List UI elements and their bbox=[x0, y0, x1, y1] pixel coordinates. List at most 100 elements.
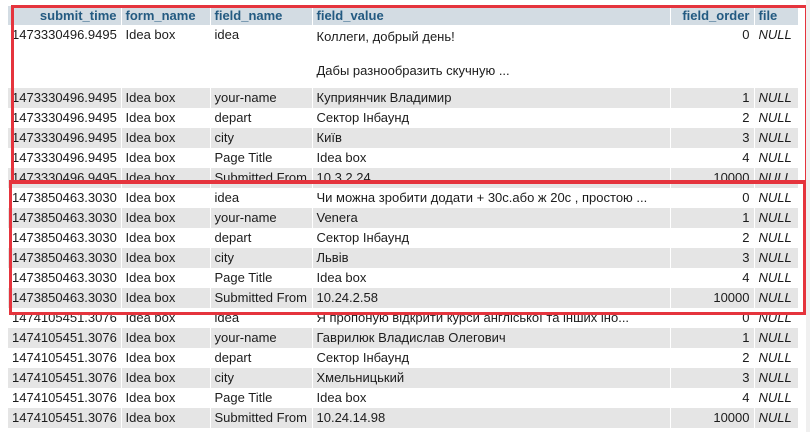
table-row[interactable]: 1474105451.3076 Idea box idea Я пропоную ві… bbox=[8, 308, 799, 328]
cell-file[interactable]: NULL bbox=[754, 25, 799, 88]
table-row[interactable]: 1473850463.3030 Idea box city Львів 3 NULL bbox=[8, 248, 799, 268]
cell-field-name[interactable]: depart bbox=[210, 348, 313, 368]
cell-form-name[interactable]: Idea box bbox=[121, 368, 211, 388]
table-row[interactable]: 1473330496.9495 Idea box Submitted From 10.… bbox=[8, 168, 799, 188]
cell-file[interactable]: NULL bbox=[754, 208, 799, 228]
cell-form-name[interactable]: Idea box bbox=[121, 128, 211, 148]
cell-form-name[interactable]: Idea box bbox=[121, 208, 211, 228]
cell-form-name[interactable]: Idea box bbox=[121, 268, 211, 288]
cell-submit-time[interactable]: 1473330496.9495 bbox=[8, 128, 122, 148]
cell-field-value[interactable]: Гаврилюк Владислав Олегович bbox=[312, 328, 671, 348]
cell-field-name[interactable]: Submitted From bbox=[210, 288, 313, 308]
cell-field-name[interactable]: city bbox=[210, 368, 313, 388]
cell-form-name[interactable]: Idea box bbox=[121, 408, 211, 428]
cell-field-name[interactable]: idea bbox=[210, 308, 313, 328]
cell-field-order[interactable]: 1 bbox=[670, 88, 755, 108]
table-row[interactable]: 1473850463.3030 Idea box Submitted From 10.… bbox=[8, 288, 799, 308]
cell-file[interactable]: NULL bbox=[754, 248, 799, 268]
table-row[interactable]: 1473330496.9495 Idea box depart Сектор Інба… bbox=[8, 108, 799, 128]
cell-field-order[interactable]: 4 bbox=[670, 388, 755, 408]
cell-submit-time[interactable]: 1474105451.3076 bbox=[8, 328, 122, 348]
cell-submit-time[interactable]: 1473850463.3030 bbox=[8, 188, 122, 208]
cell-field-order[interactable]: 10000 bbox=[670, 288, 755, 308]
cell-field-order[interactable]: 1 bbox=[670, 328, 755, 348]
cell-field-order[interactable]: 2 bbox=[670, 108, 755, 128]
cell-field-order[interactable]: 1 bbox=[670, 208, 755, 228]
cell-field-order[interactable]: 0 bbox=[670, 25, 755, 88]
cell-file[interactable]: NULL bbox=[754, 228, 799, 248]
cell-form-name[interactable]: Idea box bbox=[121, 148, 211, 168]
cell-field-order[interactable]: 2 bbox=[670, 228, 755, 248]
cell-form-name[interactable]: Idea box bbox=[121, 388, 211, 408]
cell-file[interactable]: NULL bbox=[754, 128, 799, 148]
cell-field-name[interactable]: idea bbox=[210, 188, 313, 208]
column-header-field-name[interactable]: field_name bbox=[210, 6, 313, 25]
cell-field-value[interactable]: 10.24.2.58 bbox=[312, 288, 671, 308]
cell-file[interactable]: NULL bbox=[754, 108, 799, 128]
cell-file[interactable]: NULL bbox=[754, 328, 799, 348]
cell-submit-time[interactable]: 1473330496.9495 bbox=[8, 168, 122, 188]
cell-field-value[interactable]: Idea box bbox=[312, 148, 671, 168]
cell-field-order[interactable]: 3 bbox=[670, 368, 755, 388]
cell-field-value[interactable]: Куприянчик Владимир bbox=[312, 88, 671, 108]
cell-form-name[interactable]: Idea box bbox=[121, 348, 211, 368]
cell-submit-time[interactable]: 1474105451.3076 bbox=[8, 408, 122, 428]
cell-field-name[interactable]: your-name bbox=[210, 88, 313, 108]
cell-field-order[interactable]: 10000 bbox=[670, 408, 755, 428]
cell-field-order[interactable]: 4 bbox=[670, 148, 755, 168]
cell-field-name[interactable]: city bbox=[210, 128, 313, 148]
table-row[interactable]: 1474105451.3076 Idea box depart Сектор Інба… bbox=[8, 348, 799, 368]
table-row[interactable]: 1473850463.3030 Idea box Page Title Idea bo… bbox=[8, 268, 799, 288]
cell-submit-time[interactable]: 1473330496.9495 bbox=[8, 148, 122, 168]
cell-field-value[interactable]: Коллеги, добрый день! Дабы разнообразить… bbox=[312, 25, 671, 88]
table-row[interactable]: 1473330496.9495 Idea box Page Title Idea bo… bbox=[8, 148, 799, 168]
cell-field-name[interactable]: Page Title bbox=[210, 148, 313, 168]
cell-file[interactable]: NULL bbox=[754, 268, 799, 288]
cell-submit-time[interactable]: 1473850463.3030 bbox=[8, 248, 122, 268]
cell-form-name[interactable]: Idea box bbox=[121, 188, 211, 208]
cell-field-order[interactable]: 10000 bbox=[670, 168, 755, 188]
cell-field-value[interactable]: Сектор Інбаунд bbox=[312, 108, 671, 128]
cell-submit-time[interactable]: 1473850463.3030 bbox=[8, 268, 122, 288]
cell-field-order[interactable]: 2 bbox=[670, 348, 755, 368]
cell-form-name[interactable]: Idea box bbox=[121, 25, 211, 88]
cell-form-name[interactable]: Idea box bbox=[121, 88, 211, 108]
cell-field-order[interactable]: 3 bbox=[670, 128, 755, 148]
cell-form-name[interactable]: Idea box bbox=[121, 288, 211, 308]
table-row[interactable]: 1473850463.3030 Idea box idea Чи можна зроб… bbox=[8, 188, 799, 208]
cell-field-value[interactable]: Львів bbox=[312, 248, 671, 268]
cell-submit-time[interactable]: 1474105451.3076 bbox=[8, 308, 122, 328]
cell-field-value[interactable]: Чи можна зробити додати + 30с.або ж 20с … bbox=[312, 188, 671, 208]
table-row[interactable]: 1473850463.3030 Idea box depart Сектор Інба… bbox=[8, 228, 799, 248]
cell-submit-time[interactable]: 1473330496.9495 bbox=[8, 88, 122, 108]
cell-field-value[interactable]: Київ bbox=[312, 128, 671, 148]
cell-file[interactable]: NULL bbox=[754, 408, 799, 428]
cell-form-name[interactable]: Idea box bbox=[121, 308, 211, 328]
table-row[interactable]: 1474105451.3076 Idea box Page Title Idea bo… bbox=[8, 388, 799, 408]
cell-field-name[interactable]: Submitted From bbox=[210, 168, 313, 188]
cell-file[interactable]: NULL bbox=[754, 348, 799, 368]
column-header-submit-time[interactable]: submit_time bbox=[8, 6, 122, 25]
cell-field-order[interactable]: 0 bbox=[670, 188, 755, 208]
cell-form-name[interactable]: Idea box bbox=[121, 168, 211, 188]
cell-submit-time[interactable]: 1474105451.3076 bbox=[8, 368, 122, 388]
cell-field-name[interactable]: your-name bbox=[210, 208, 313, 228]
cell-field-name[interactable]: depart bbox=[210, 108, 313, 128]
column-header-field-order[interactable]: field_order bbox=[670, 6, 755, 25]
cell-field-name[interactable]: Page Title bbox=[210, 388, 313, 408]
table-row[interactable]: 1473330496.9495 Idea box your-name Куприянч… bbox=[8, 88, 799, 108]
vertical-scrollbar[interactable] bbox=[806, 0, 810, 432]
column-header-form-name[interactable]: form_name bbox=[121, 6, 211, 25]
cell-form-name[interactable]: Idea box bbox=[121, 248, 211, 268]
cell-form-name[interactable]: Idea box bbox=[121, 228, 211, 248]
cell-submit-time[interactable]: 1473850463.3030 bbox=[8, 208, 122, 228]
cell-field-order[interactable]: 0 bbox=[670, 308, 755, 328]
cell-field-value[interactable]: Venera bbox=[312, 208, 671, 228]
cell-file[interactable]: NULL bbox=[754, 288, 799, 308]
cell-submit-time[interactable]: 1473330496.9495 bbox=[8, 108, 122, 128]
cell-file[interactable]: NULL bbox=[754, 148, 799, 168]
cell-field-value[interactable]: 10.24.14.98 bbox=[312, 408, 671, 428]
table-row[interactable]: 1473850463.3030 Idea box your-name Venera 1 N… bbox=[8, 208, 799, 228]
cell-field-order[interactable]: 4 bbox=[670, 268, 755, 288]
cell-field-value[interactable]: Хмельницький bbox=[312, 368, 671, 388]
